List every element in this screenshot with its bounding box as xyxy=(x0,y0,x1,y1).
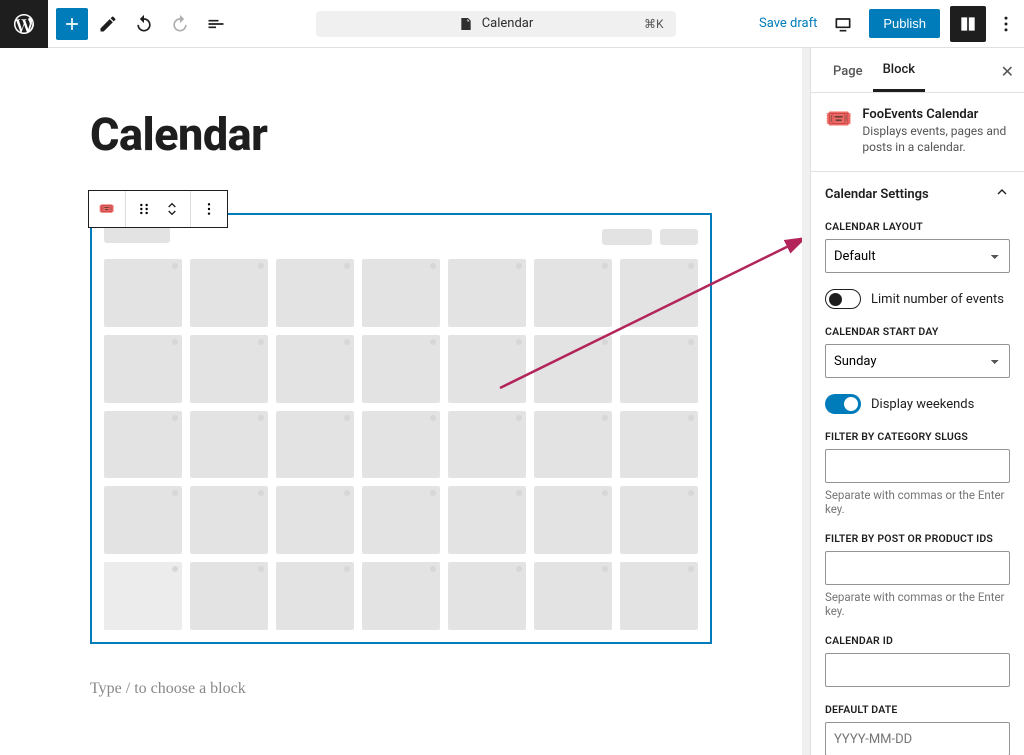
page-icon xyxy=(458,16,474,32)
calendar-cell xyxy=(620,335,698,403)
calendar-cell xyxy=(620,486,698,554)
calendar-cell xyxy=(448,562,526,630)
calendar-block[interactable] xyxy=(90,213,712,644)
toggle-display-weekends[interactable] xyxy=(825,394,861,414)
close-sidebar-button[interactable]: ✕ xyxy=(1001,62,1014,81)
redo-button[interactable] xyxy=(164,8,196,40)
calendar-cell xyxy=(362,335,440,403)
block-card-desc: Displays events, pages and posts in a ca… xyxy=(862,124,1010,155)
calendar-cell xyxy=(276,259,354,327)
skeleton-nav xyxy=(602,229,652,245)
label-calendar-layout: Calendar Layout xyxy=(825,220,1010,233)
document-title: Calendar xyxy=(482,16,534,31)
label-calendar-id: Calendar ID xyxy=(825,634,1010,647)
select-start-day[interactable]: Sunday xyxy=(825,344,1010,378)
calendar-cell xyxy=(276,562,354,630)
tab-page[interactable]: Page xyxy=(823,50,873,91)
calendar-cell xyxy=(190,411,268,479)
label-default-date: Default Date xyxy=(825,703,1010,716)
save-draft-button[interactable]: Save draft xyxy=(759,16,817,31)
help-filter-ids: Separate with commas or the Enter key. xyxy=(825,590,1010,618)
calendar-cell xyxy=(276,486,354,554)
calendar-cell xyxy=(534,486,612,554)
calendar-grid xyxy=(104,259,698,630)
input-filter-slug[interactable] xyxy=(825,449,1010,483)
label-filter-slug: Filter by Category Slugs xyxy=(825,430,1010,443)
input-calendar-id[interactable] xyxy=(825,653,1010,687)
calendar-cell xyxy=(448,411,526,479)
calendar-cell xyxy=(362,259,440,327)
panel-calendar-settings[interactable]: Calendar Settings xyxy=(811,171,1024,216)
calendar-cell xyxy=(534,259,612,327)
block-more-button[interactable] xyxy=(195,195,223,223)
skeleton-nav xyxy=(660,229,698,245)
panel-title: Calendar Settings xyxy=(825,187,929,202)
wordpress-logo[interactable] xyxy=(0,0,48,48)
label-filter-ids: Filter by Post or Product IDs xyxy=(825,532,1010,545)
block-appender[interactable]: Type / to choose a block xyxy=(90,680,712,698)
undo-button[interactable] xyxy=(128,8,160,40)
more-options-button[interactable] xyxy=(996,8,1016,40)
block-icon[interactable]: 🎟️ xyxy=(93,195,121,223)
input-filter-ids[interactable] xyxy=(825,551,1010,585)
help-filter-slug: Separate with commas or the Enter key. xyxy=(825,488,1010,516)
label-display-weekends: Display weekends xyxy=(871,397,974,412)
calendar-cell xyxy=(190,562,268,630)
calendar-cell xyxy=(104,562,182,630)
calendar-cell xyxy=(276,335,354,403)
add-block-button[interactable] xyxy=(56,8,88,40)
label-limit-events: Limit number of events xyxy=(871,292,1004,307)
settings-sidebar: Page Block ✕ 🎟️ FooEvents Calendar Displ… xyxy=(810,48,1024,755)
shortcut-hint: ⌘K xyxy=(644,17,664,31)
publish-button[interactable]: Publish xyxy=(869,9,940,38)
settings-sidebar-toggle[interactable] xyxy=(950,6,986,42)
calendar-cell xyxy=(190,486,268,554)
calendar-cell xyxy=(534,562,612,630)
calendar-cell xyxy=(448,259,526,327)
calendar-cell xyxy=(276,411,354,479)
toggle-limit-events[interactable] xyxy=(825,289,861,309)
calendar-cell xyxy=(104,486,182,554)
calendar-cell xyxy=(362,411,440,479)
calendar-cell xyxy=(104,335,182,403)
input-default-date[interactable] xyxy=(825,722,1010,755)
calendar-cell xyxy=(620,562,698,630)
calendar-cell xyxy=(534,411,612,479)
label-start-day: Calendar Start Day xyxy=(825,325,1010,338)
calendar-cell xyxy=(448,335,526,403)
block-toolbar: 🎟️ xyxy=(88,190,228,228)
document-overview-button[interactable]: Calendar ⌘K xyxy=(316,11,676,37)
calendar-cell xyxy=(620,259,698,327)
tab-block[interactable]: Block xyxy=(873,48,925,92)
calendar-cell xyxy=(190,335,268,403)
calendar-cell xyxy=(104,411,182,479)
calendar-cell xyxy=(620,411,698,479)
block-card-title: FooEvents Calendar xyxy=(862,107,1010,122)
drag-handle-icon[interactable] xyxy=(130,195,158,223)
move-block-button[interactable] xyxy=(158,195,186,223)
calendar-cell xyxy=(534,335,612,403)
page-title[interactable]: Calendar xyxy=(90,108,712,161)
edit-tool-button[interactable] xyxy=(92,8,124,40)
calendar-cell xyxy=(362,486,440,554)
block-card-icon: 🎟️ xyxy=(825,107,852,155)
calendar-cell xyxy=(448,486,526,554)
document-outline-button[interactable] xyxy=(200,8,232,40)
preview-button[interactable] xyxy=(827,8,859,40)
select-calendar-layout[interactable]: Default xyxy=(825,239,1010,273)
scrollbar[interactable] xyxy=(802,48,810,755)
calendar-cell xyxy=(104,259,182,327)
chevron-up-icon xyxy=(994,184,1010,204)
calendar-cell xyxy=(362,562,440,630)
calendar-cell xyxy=(190,259,268,327)
